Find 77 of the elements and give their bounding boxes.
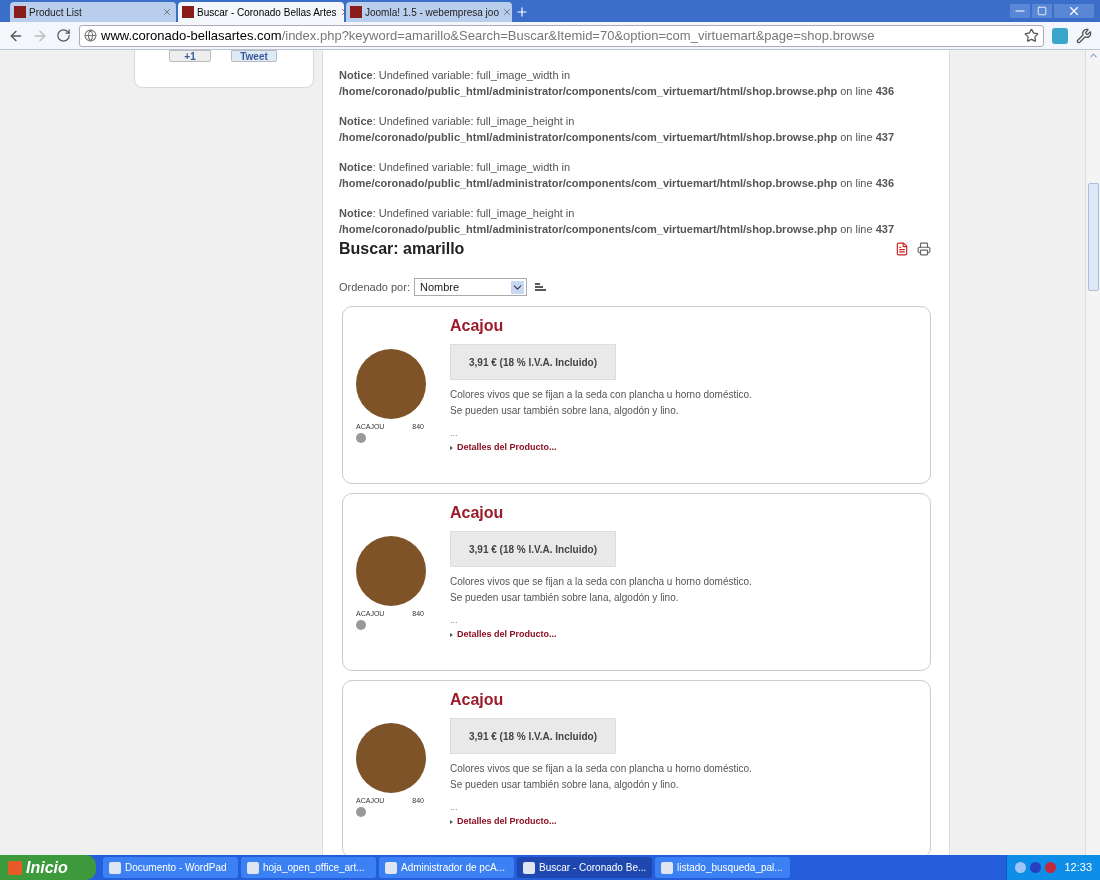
reload-icon[interactable] — [56, 28, 71, 43]
notice-text: /home/coronado/public_html/administrator/components/com_virtuemart/html/shop.browse.php on line 437 — [339, 130, 895, 145]
tray-icon — [1045, 862, 1057, 873]
scrollbar-thumb[interactable] — [1087, 183, 1099, 291]
browser-tab[interactable]: Joomla! 1.5 - webempresa joo — [346, 2, 512, 22]
sort-dropdown[interactable]: Nombre — [413, 278, 527, 296]
favicon-icon — [182, 6, 194, 18]
wrench-icon[interactable] — [1076, 27, 1092, 44]
bookmark-star-icon[interactable] — [1024, 28, 1039, 43]
notice-text: /home/coronado/public_html/administrator/components/com_virtuemart/html/shop.browse.php on line 437 — [339, 222, 895, 237]
tab-title: Joomla! 1.5 - webempresa joo — [365, 5, 499, 20]
product-description: Se pueden usar también sobre lana, algodón y lino. — [450, 591, 680, 605]
scrollbar[interactable] — [1085, 50, 1100, 855]
notice-text: Notice: Undefined variable: full_image_height in — [339, 114, 576, 129]
taskbar-button[interactable]: Buscar - Coronado Be... — [517, 857, 652, 878]
browser-tab[interactable]: Buscar - Coronado Bellas Artes — [178, 2, 344, 22]
product-title[interactable]: Acajou — [450, 503, 752, 523]
product-title[interactable]: Acajou — [450, 690, 752, 710]
taskbar-button[interactable]: listado_busqueda_pal... — [655, 857, 790, 878]
price-box: 3,91 € (18 % I.V.A. Incluido) — [450, 718, 616, 754]
close-icon[interactable] — [162, 7, 172, 17]
bullet-icon — [450, 445, 453, 450]
product-description: Colores vivos que se fijan a la seda con plancha u horno doméstico. — [450, 388, 752, 402]
product-description: Colores vivos que se fijan a la seda con plancha u horno doméstico. — [450, 762, 752, 776]
browser-tab[interactable]: Product List — [10, 2, 176, 22]
notice-text: /home/coronado/public_html/administrator/components/com_virtuemart/html/shop.browse.php on line 436 — [339, 84, 895, 99]
details-link[interactable]: Detalles del Producto... — [450, 628, 752, 642]
pdf-icon[interactable] — [895, 242, 909, 256]
notice-text: /home/coronado/public_html/administrator/components/com_virtuemart/html/shop.browse.php on line 436 — [339, 176, 895, 191]
ellipsis-text: ... — [450, 801, 459, 813]
details-link[interactable]: Detalles del Producto... — [450, 815, 752, 829]
notice-text: Notice: Undefined variable: full_image_height in — [339, 206, 576, 221]
ellipsis-text: ... — [450, 614, 459, 626]
sort-order-icon[interactable] — [534, 282, 546, 292]
ellipsis-text: ... — [450, 427, 459, 439]
sort-label: Ordenado por: — [339, 279, 410, 295]
notice-text: Notice: Undefined variable: full_image_width in — [339, 160, 572, 175]
product-description: Se pueden usar también sobre lana, algodón y lino. — [450, 404, 680, 418]
close-icon[interactable] — [501, 7, 512, 17]
address-bar[interactable]: www.coronado-bellasartes.com/index.php?keyword=amarillo&Search=Buscar&Itemid=70&option=com_virtuemart&page=shop.browse — [79, 24, 1044, 47]
favicon-icon — [350, 6, 362, 18]
product-description: Colores vivos que se fijan a la seda con plancha u horno doméstico. — [450, 575, 752, 589]
new-tab-icon[interactable] — [514, 5, 530, 19]
app-icon — [661, 861, 673, 874]
tray-icon — [1015, 862, 1027, 873]
product-title[interactable]: Acajou — [450, 316, 752, 336]
favicon-icon — [14, 6, 26, 18]
social-button[interactable]: Tweet — [231, 50, 277, 62]
tab-title: Product List — [29, 5, 83, 20]
product-description: Se pueden usar también sobre lana, algodón y lino. — [450, 778, 680, 792]
clock-text: 12:33 — [1064, 860, 1092, 876]
url-domain: www.coronado-bellasartes.com — [101, 26, 282, 45]
taskbar-button[interactable]: Documento - WordPad — [103, 857, 238, 878]
notice-text: Notice: Undefined variable: full_image_width in — [339, 68, 572, 83]
globe-icon — [84, 29, 97, 42]
extension-icon[interactable] — [1052, 27, 1068, 44]
price-box: 3,91 € (18 % I.V.A. Incluido) — [450, 344, 616, 380]
maximize-icon[interactable] — [1032, 4, 1052, 18]
start-button[interactable]: Inicio — [0, 855, 96, 880]
url-path: /index.php?keyword=amarillo&Search=Buscar&Itemid=70&option=com_virtuemart&page=shop.browse — [281, 26, 875, 45]
app-icon — [523, 861, 535, 874]
bullet-icon — [450, 632, 453, 637]
search-heading: Buscar: amarillo — [339, 239, 465, 259]
minimize-icon[interactable] — [1010, 4, 1030, 18]
app-icon — [247, 861, 259, 874]
taskbar-button[interactable]: Administrador de pcA... — [379, 857, 514, 878]
bullet-icon — [450, 819, 453, 824]
details-link[interactable]: Detalles del Producto... — [450, 441, 752, 455]
taskbar-button[interactable]: hoja_open_office_art... — [241, 857, 376, 878]
app-icon — [109, 861, 121, 874]
print-icon[interactable] — [917, 242, 931, 256]
app-icon — [385, 861, 397, 874]
social-button[interactable]: +1 — [169, 50, 211, 62]
tab-title: Buscar - Coronado Bellas Artes — [197, 5, 337, 20]
price-box: 3,91 € (18 % I.V.A. Incluido) — [450, 531, 616, 567]
close-icon[interactable] — [1054, 4, 1094, 18]
tray-icon — [1030, 862, 1042, 873]
